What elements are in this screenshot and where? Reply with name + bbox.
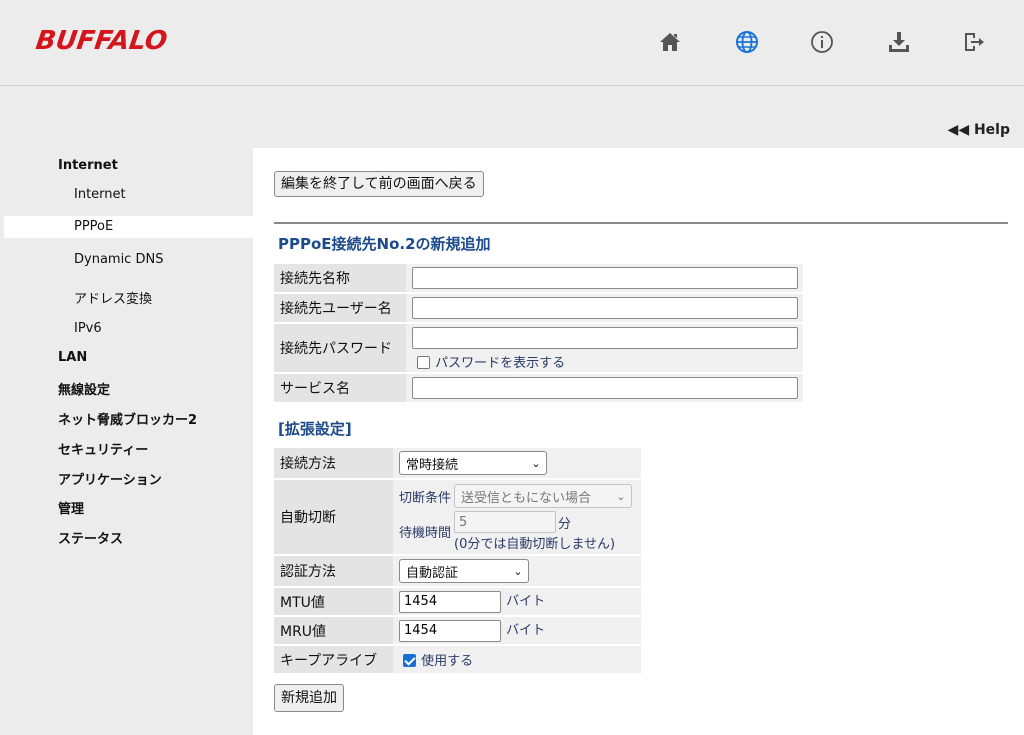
nav-application[interactable]: アプリケーション [58, 469, 162, 488]
nav-management[interactable]: 管理 [58, 498, 84, 517]
chevron-down-icon: ⌄ [616, 489, 626, 503]
nav-dynamic-dns[interactable]: Dynamic DNS [74, 252, 163, 267]
mtu-unit: バイト [506, 594, 546, 610]
nav-internet[interactable]: Internet [58, 158, 118, 173]
mru-label: MRU値 [274, 617, 393, 644]
chevron-down-icon: ⌄ [513, 564, 523, 578]
nav-internet-sub[interactable]: Internet [74, 187, 126, 202]
basic-settings-table: 接続先名称 接続先ユーザー名 接続先パスワード パスワードを表示する サービス名 [274, 262, 803, 404]
auth-select[interactable]: 自動認証 ⌄ [399, 559, 529, 583]
section-title: PPPoE接続先No.2の新規追加 [278, 235, 491, 253]
conn-name-label: 接続先名称 [274, 264, 406, 292]
show-password-label[interactable]: パスワードを表示する [435, 356, 565, 371]
auth-label: 認証方法 [274, 556, 393, 586]
service-label: サービス名 [274, 374, 406, 402]
chevron-down-icon: ⌄ [531, 456, 541, 470]
keepalive-label: キープアライブ [274, 646, 393, 673]
back-button[interactable]: 編集を終了して前の画面へ戻る [274, 171, 484, 197]
nav-security[interactable]: セキュリティー [58, 439, 148, 458]
password-label: 接続先パスワード [274, 324, 406, 372]
cut-condition-label: 切断条件 [399, 490, 452, 506]
info-icon[interactable] [808, 28, 836, 56]
keepalive-checkbox[interactable] [403, 654, 416, 667]
home-icon[interactable] [656, 28, 684, 56]
password-input[interactable] [412, 326, 798, 349]
nav-status[interactable]: ステータス [58, 528, 123, 547]
conn-name-input[interactable] [412, 267, 798, 290]
service-input[interactable] [412, 377, 798, 400]
nav-ipv6[interactable]: IPv6 [74, 321, 102, 336]
nav-pppoe[interactable]: PPPoE [74, 219, 113, 234]
nav-wireless[interactable]: 無線設定 [58, 379, 110, 398]
nav-active-highlight [4, 216, 253, 238]
user-input[interactable] [412, 297, 798, 320]
cut-condition-select[interactable]: 送受信ともにない場合 ⌄ [454, 484, 633, 508]
wait-time-unit: 分 [558, 516, 572, 532]
nav-threat-blocker[interactable]: ネット脅威ブロッカー2 [58, 409, 197, 428]
top-header: BUFFALO [0, 0, 1024, 86]
keepalive-option[interactable]: 使用する [421, 654, 473, 669]
extended-settings-table: 接続方法 常時接続 ⌄ 自動切断 切断条件 送受信ともにない場合 ⌄ 待機時間 … [274, 446, 641, 675]
buffalo-logo[interactable]: BUFFALO [34, 26, 169, 56]
mtu-label: MTU値 [274, 588, 393, 615]
auth-value: 自動認証 [406, 565, 459, 581]
conn-method-label: 接続方法 [274, 448, 393, 478]
show-password-checkbox[interactable] [417, 355, 430, 369]
nav-lan[interactable]: LAN [58, 350, 87, 365]
conn-method-select[interactable]: 常時接続 ⌄ [399, 451, 547, 475]
extended-title: [拡張設定] [278, 420, 352, 438]
mtu-input[interactable] [399, 590, 501, 613]
wait-time-note: (0分では自動切断しません) [454, 537, 616, 552]
help-link[interactable]: ◀◀ Help [948, 122, 1010, 138]
mru-unit: バイト [506, 623, 546, 639]
nav-address-conversion[interactable]: アドレス変換 [74, 288, 152, 307]
auto-disconnect-label: 自動切断 [274, 480, 393, 554]
divider [274, 222, 1008, 224]
logout-icon[interactable] [960, 28, 988, 56]
wait-time-label: 待機時間 [399, 526, 452, 541]
globe-icon[interactable] [733, 28, 761, 56]
wait-time-input[interactable] [454, 511, 557, 533]
add-button[interactable]: 新規追加 [274, 684, 344, 712]
conn-method-value: 常時接続 [406, 457, 459, 473]
user-label: 接続先ユーザー名 [274, 294, 406, 322]
main-panel: 編集を終了して前の画面へ戻る PPPoE接続先No.2の新規追加 接続先名称 接… [253, 148, 1024, 735]
download-icon[interactable] [885, 28, 913, 56]
cut-condition-value: 送受信ともにない場合 [461, 490, 592, 506]
mru-input[interactable] [399, 619, 501, 642]
